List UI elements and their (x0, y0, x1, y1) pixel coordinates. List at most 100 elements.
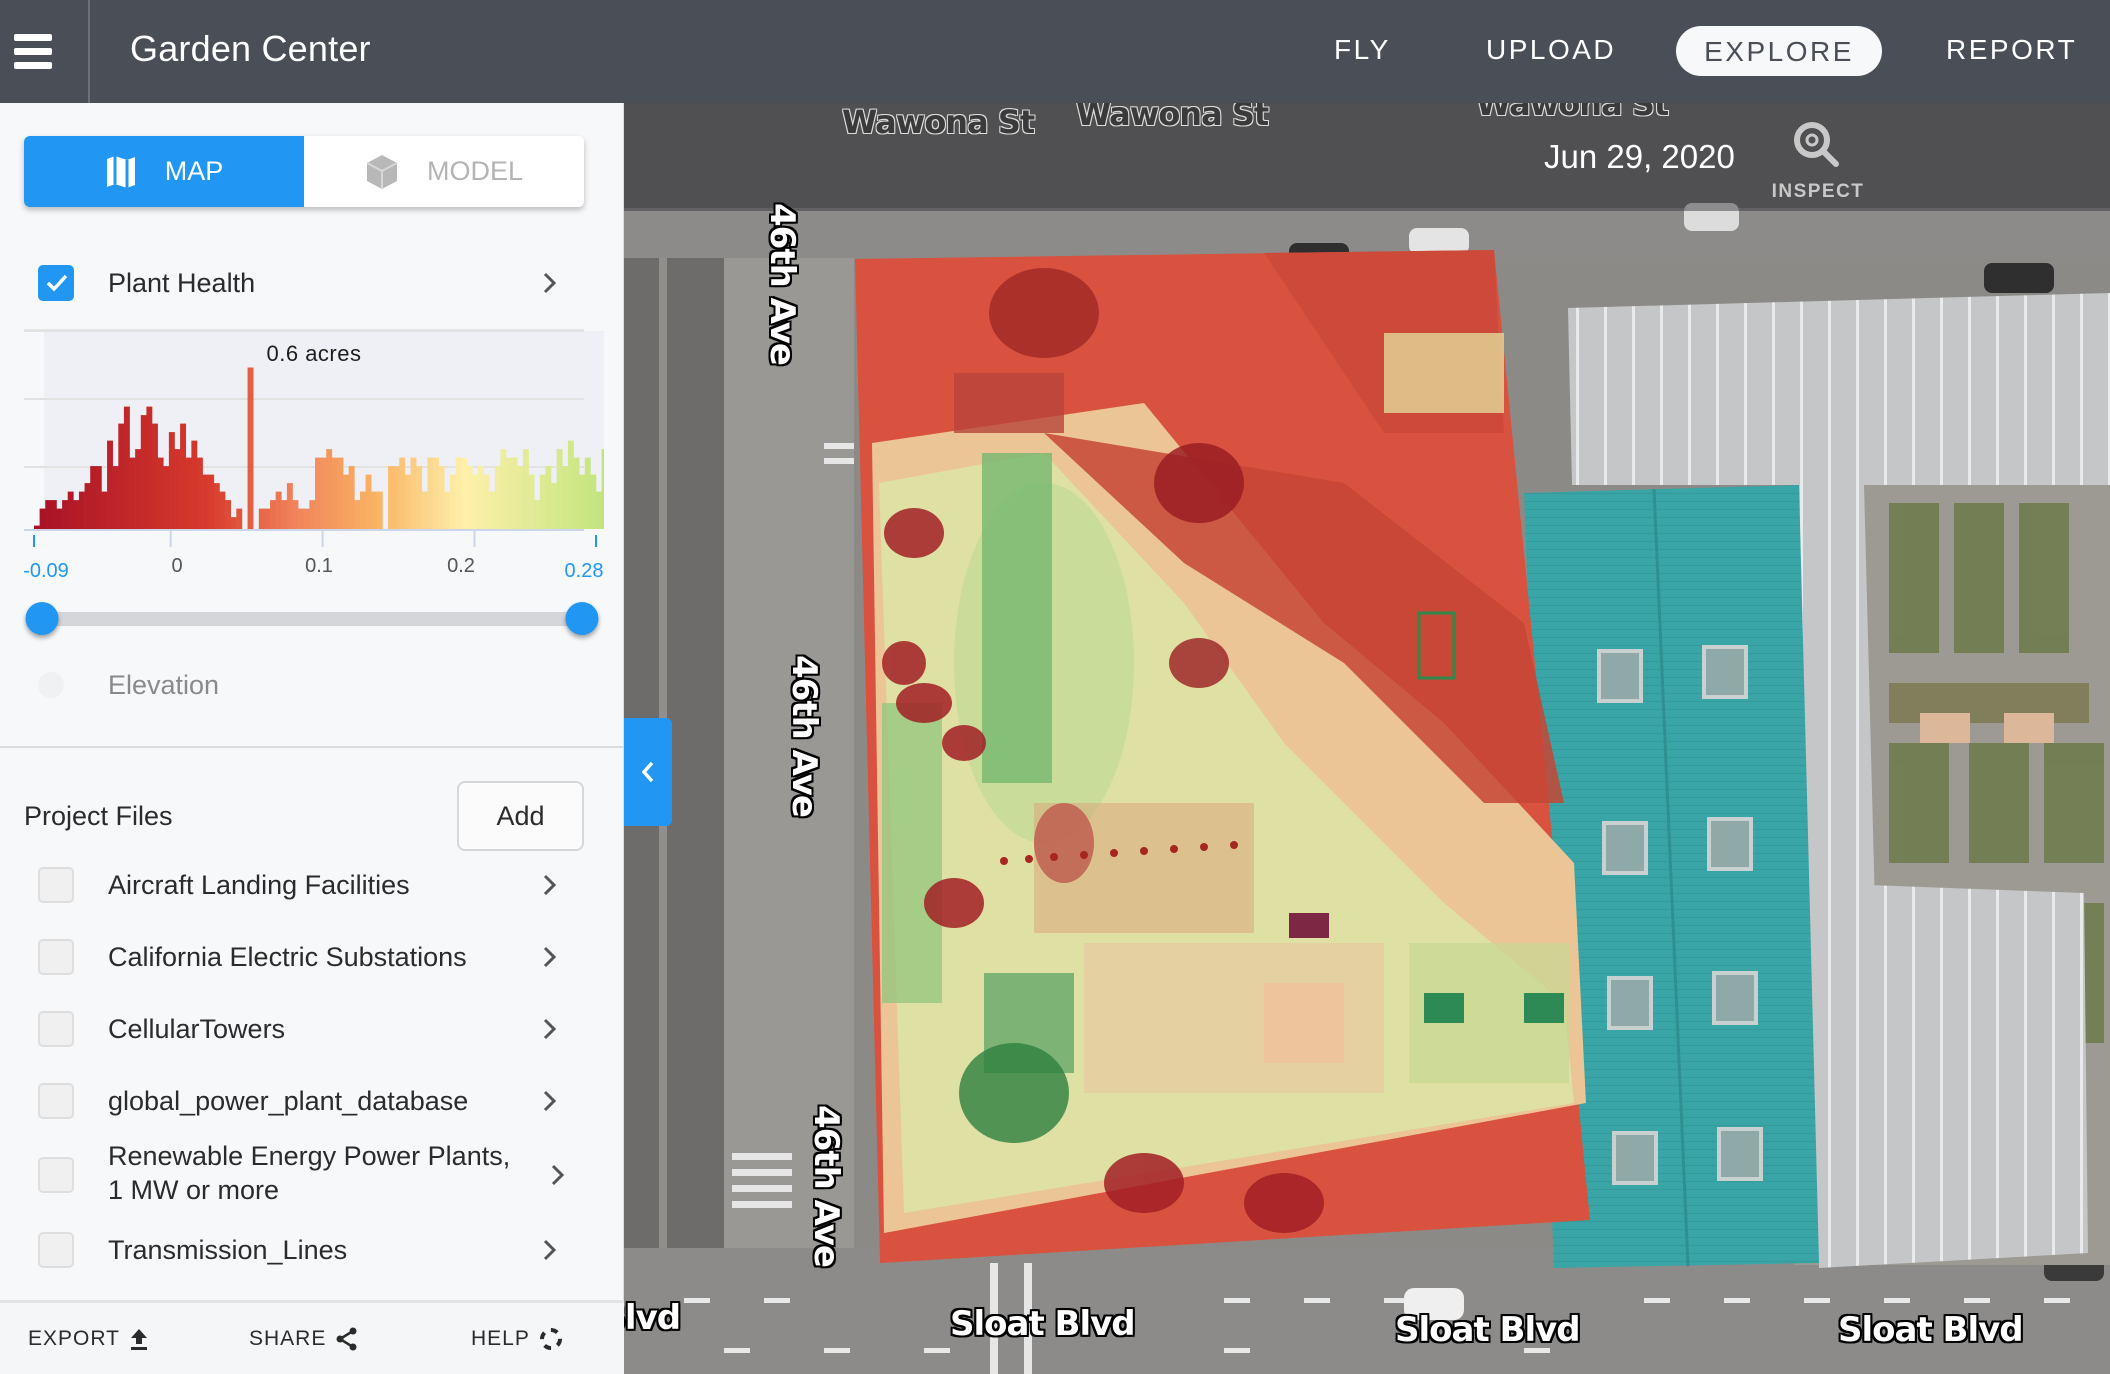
file-row-aircraft-landing-facilities[interactable]: Aircraft Landing Facilities (0, 865, 624, 905)
tick-label: 0.1 (305, 555, 333, 577)
project-files-title: Project Files (24, 801, 173, 831)
histogram-bar (39, 508, 46, 529)
chevron-right-icon[interactable] (548, 1160, 568, 1190)
chevron-right-icon[interactable] (540, 942, 560, 972)
map-view[interactable]: Wawona St Wawona St Wawona St 46th Ave 4… (624, 103, 2110, 1374)
map-view-label: MAP (164, 156, 224, 186)
nav-fly[interactable]: FLY (1334, 34, 1391, 66)
header-divider (88, 0, 90, 103)
elevation-radio[interactable] (38, 672, 64, 698)
street-label: Blvd (624, 1298, 681, 1338)
histogram-bar (315, 457, 321, 529)
slider-track[interactable] (42, 612, 582, 626)
file-row-renewable-energy-power-plants[interactable]: Renewable Energy Power Plants, 1 MW or m… (0, 1141, 624, 1205)
sidebar-footer: EXPORT SHARE HELP (0, 1303, 624, 1374)
file-row-transmission-lines[interactable]: Transmission_Lines (0, 1230, 624, 1270)
nav-upload[interactable]: UPLOAD (1486, 34, 1616, 66)
inspect-label: INSPECT (1771, 181, 1865, 202)
histogram-bar (500, 449, 507, 529)
share-label: SHARE (249, 1327, 327, 1350)
export-label: EXPORT (28, 1327, 120, 1350)
nav-report[interactable]: REPORT (1946, 34, 2077, 66)
layers-sidebar: MAP MODEL Plant Health 0.6 acres -0.09 0… (0, 103, 624, 1374)
histogram-bar (539, 474, 546, 529)
chevron-right-icon[interactable] (540, 870, 560, 900)
histogram-bar (528, 474, 535, 529)
histogram-bar (433, 457, 439, 529)
file-checkbox[interactable] (38, 867, 74, 903)
histogram-bar (135, 449, 142, 529)
add-file-button[interactable]: Add (457, 781, 584, 851)
help-button[interactable]: HELP (471, 1327, 562, 1351)
histogram-bar (78, 491, 85, 529)
histogram-bar (123, 406, 130, 529)
file-checkbox[interactable] (38, 1232, 74, 1268)
slider-thumb-min[interactable] (25, 602, 59, 635)
file-checkbox[interactable] (38, 1083, 74, 1119)
histogram-bar (309, 500, 316, 529)
chevron-right-icon[interactable] (540, 1235, 560, 1265)
slider-thumb-max[interactable] (565, 602, 599, 635)
histogram-bar (455, 457, 462, 529)
capture-date[interactable]: Jun 29, 2020 (1544, 138, 1735, 176)
model-view-label: MODEL (426, 156, 524, 186)
collapse-sidebar-button[interactable] (624, 718, 672, 826)
plant-health-checkbox[interactable] (38, 265, 74, 301)
layer-elevation[interactable]: Elevation (0, 665, 624, 705)
chevron-right-icon[interactable] (540, 1086, 560, 1116)
street-label: 46th Ave (784, 655, 824, 817)
file-label: Transmission_Lines (108, 1235, 348, 1265)
histogram-bar (506, 457, 512, 529)
file-row-california-electric-substations[interactable]: California Electric Substations (0, 937, 624, 977)
layer-plant-health[interactable]: Plant Health (0, 263, 624, 303)
file-row-cellular-towers[interactable]: CellularTowers (0, 1009, 624, 1049)
histogram-bar (112, 466, 119, 529)
street-label: Wawona St (1076, 103, 1269, 133)
histogram-bar (444, 491, 451, 529)
histogram-bar (67, 491, 74, 529)
plant-health-range-slider[interactable] (25, 602, 599, 635)
histogram-bar (174, 449, 181, 529)
file-checkbox[interactable] (38, 1011, 74, 1047)
file-checkbox[interactable] (38, 1157, 74, 1193)
histogram-bar (50, 500, 57, 529)
nav-explore[interactable]: EXPLORE (1676, 26, 1882, 76)
histogram-bar (168, 432, 175, 529)
histogram-bar (270, 500, 276, 529)
inspect-button[interactable]: INSPECT (1768, 120, 1868, 203)
chevron-right-icon[interactable] (540, 1014, 560, 1044)
histogram-bar (556, 449, 563, 529)
histogram-bar (45, 500, 52, 529)
map-view-button[interactable]: MAP (24, 136, 304, 207)
histogram-bar (393, 466, 400, 529)
share-button[interactable]: SHARE (249, 1327, 358, 1351)
file-row-global-power-plant-database[interactable]: global_power_plant_database (0, 1081, 624, 1121)
histogram-bar (354, 500, 361, 529)
file-checkbox[interactable] (38, 939, 74, 975)
chevron-right-icon[interactable] (540, 268, 560, 298)
histogram-bar (376, 491, 383, 529)
histogram-bar (410, 457, 417, 529)
model-view-button[interactable]: MODEL (304, 136, 584, 207)
histogram-bar (298, 508, 305, 529)
street-label: 46th Ave (806, 1105, 846, 1267)
histogram-bar (545, 466, 552, 529)
histogram-bar (286, 483, 293, 529)
range-min-label: -0.09 (23, 560, 69, 582)
histogram-bar (202, 474, 209, 529)
histogram-bar (275, 491, 282, 529)
histogram-bar (590, 474, 597, 529)
map-icon (105, 155, 137, 189)
help-label: HELP (471, 1327, 530, 1350)
histogram-bar (399, 457, 406, 529)
histogram-bar (303, 508, 310, 529)
ndvi-overlay (855, 250, 1590, 1263)
histogram-bar (213, 483, 220, 529)
street-label: Sloat Blvd (950, 1304, 1136, 1344)
hamburger-menu-icon[interactable] (14, 34, 58, 70)
export-button[interactable]: EXPORT (28, 1327, 148, 1351)
histogram-bar (180, 423, 187, 529)
histogram-bar (236, 508, 243, 529)
histogram-bar (140, 415, 147, 529)
histogram-bar (185, 457, 192, 529)
